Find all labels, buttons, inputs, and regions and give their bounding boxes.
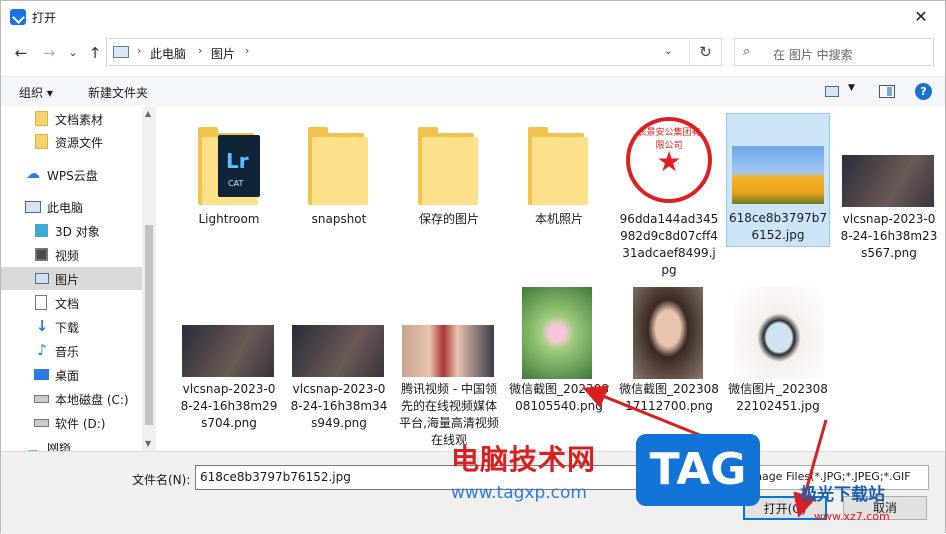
watermark-brand2-url: www.xz7.com	[814, 510, 890, 523]
tag-logo: TAG	[636, 434, 760, 506]
watermark-url: www.tagxp.com	[451, 483, 587, 503]
arrow-to-filename	[582, 385, 713, 442]
watermark-site-name: 电脑技术网	[451, 443, 597, 476]
watermark-brand2: 极光下载站	[800, 485, 885, 505]
